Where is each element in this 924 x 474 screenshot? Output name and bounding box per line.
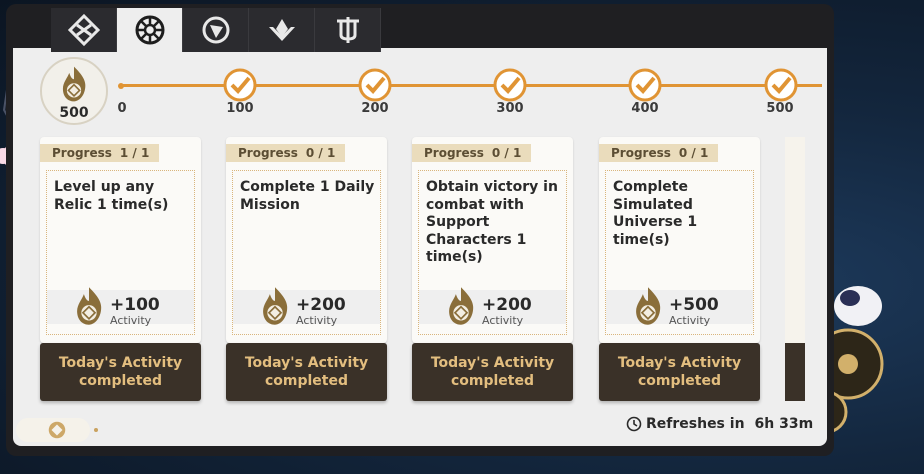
activity-completed-button[interactable]: Today's Activity completed	[226, 343, 387, 401]
milestone-100-chest[interactable]	[222, 67, 258, 103]
milestone-label: 200	[361, 101, 389, 116]
activity-flame-icon	[263, 287, 288, 325]
activity-flame-icon	[77, 287, 102, 325]
reward-value: +100	[110, 295, 160, 315]
tab-diamond-emblem[interactable]	[51, 8, 117, 52]
reward-label: Activity	[110, 314, 152, 327]
reward-value: +200	[482, 295, 532, 315]
reward-value: +200	[296, 295, 346, 315]
clock-icon	[626, 416, 642, 432]
progress-tag: Progress 0 / 1	[599, 144, 719, 162]
activity-completed-button[interactable]: Today's Activity completed	[40, 343, 201, 401]
activity-total-badge[interactable]: 500	[40, 57, 108, 125]
check-icon	[358, 68, 392, 102]
progress-tag: Progress 0 / 1	[226, 144, 346, 162]
reward-label: Activity	[482, 314, 524, 327]
tab-trident-emblem[interactable]	[315, 8, 381, 52]
next-mission-button-partial	[785, 343, 805, 401]
milestone-label: 0	[117, 101, 127, 116]
check-icon	[493, 68, 527, 102]
reward-label: Activity	[669, 314, 711, 327]
compass-icon	[202, 16, 229, 44]
progress-label: Progress	[238, 146, 298, 160]
progress-count: 0 / 1	[305, 146, 336, 160]
activity-flame-icon	[636, 287, 661, 325]
page-dot	[94, 428, 98, 432]
page-indicator[interactable]	[16, 418, 98, 442]
daily-training-icon	[135, 15, 164, 45]
activity-flame-icon	[62, 66, 86, 102]
milestone-400-chest[interactable]	[627, 67, 663, 103]
progress-count: 1 / 1	[119, 146, 150, 160]
reward-label: Activity	[296, 314, 338, 327]
refresh-timer: Refreshes in 6h 33m	[626, 416, 813, 432]
mission-card[interactable]: Progress 0 / 1 Complete 1 Daily Mission +…	[226, 137, 387, 343]
mission-card[interactable]: Progress 0 / 1 Complete Simulated Univers…	[599, 137, 760, 343]
milestone-label: 400	[631, 101, 659, 116]
progress-count: 0 / 1	[491, 146, 522, 160]
check-icon	[223, 68, 257, 102]
tab-compass[interactable]	[183, 8, 249, 52]
trident-emblem-icon	[336, 17, 359, 43]
activity-total-value: 500	[59, 105, 89, 121]
milestone-300-chest[interactable]	[492, 67, 528, 103]
mission-title: Obtain victory in combat with Support Ch…	[426, 179, 558, 265]
reward-value: +500	[669, 295, 719, 315]
milestone-label: 300	[496, 101, 524, 116]
tab-daily-training[interactable]	[117, 8, 183, 52]
activity-completed-button[interactable]: Today's Activity completed	[599, 343, 760, 401]
mission-title: Complete Simulated Universe 1 time(s)	[613, 179, 698, 248]
progress-tag: Progress 1 / 1	[40, 144, 160, 162]
milestone-label: 100	[226, 101, 254, 116]
activity-completed-button[interactable]: Today's Activity completed	[412, 343, 573, 401]
activity-emblem-icon	[48, 421, 66, 439]
milestone-label: 500	[766, 101, 794, 116]
check-icon	[628, 68, 662, 102]
progress-count: 0 / 1	[678, 146, 709, 160]
progress-start-dot	[118, 83, 124, 89]
tab-bar	[51, 8, 381, 52]
refresh-label: Refreshes in	[646, 416, 745, 432]
progress-label: Progress	[424, 146, 484, 160]
refresh-time: 6h 33m	[754, 416, 814, 432]
mission-title: Level up any Relic 1 time(s)	[54, 179, 169, 213]
lotus-emblem-icon	[268, 19, 295, 41]
milestone-200-chest[interactable]	[357, 67, 393, 103]
mission-card[interactable]: Progress 1 / 1 Level up any Relic 1 time(…	[40, 137, 201, 343]
activity-progress: 500 0 100 200 300 400 500	[40, 57, 822, 125]
activity-flame-icon	[449, 287, 474, 325]
progress-label: Progress	[52, 146, 112, 160]
mission-card[interactable]: Progress 0 / 1 Obtain victory in combat w…	[412, 137, 573, 343]
progress-tag: Progress 0 / 1	[412, 144, 532, 162]
tab-lotus-emblem[interactable]	[249, 8, 315, 52]
check-icon	[764, 68, 798, 102]
diamond-emblem-icon	[67, 13, 100, 47]
next-mission-card-partial[interactable]	[785, 137, 805, 343]
mission-title: Complete 1 Daily Mission	[240, 179, 375, 213]
milestone-500-chest[interactable]	[763, 67, 799, 103]
progress-label: Progress	[611, 146, 671, 160]
